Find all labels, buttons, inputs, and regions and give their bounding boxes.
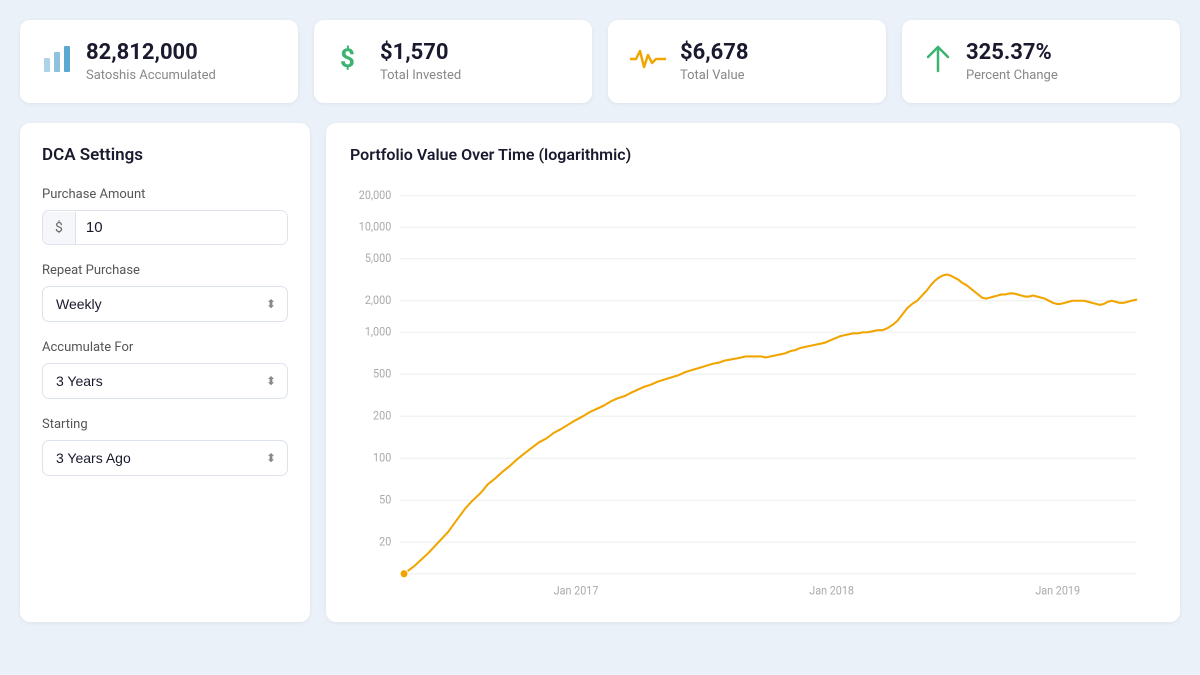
settings-title: DCA Settings	[42, 145, 288, 165]
accumulate-for-label: Accumulate For	[42, 340, 288, 355]
purchase-prefix: $	[43, 212, 76, 244]
accumulate-for-wrapper: 1 Year 2 Years 3 Years 5 Years 10 Years …	[42, 363, 288, 399]
repeat-purchase-label: Repeat Purchase	[42, 263, 288, 278]
repeat-purchase-select[interactable]: Daily Weekly Monthly	[42, 286, 288, 322]
total-value-label: Total Value	[680, 68, 749, 83]
arrow-up-icon	[924, 43, 952, 80]
chart-title: Portfolio Value Over Time (logarithmic)	[350, 145, 1156, 164]
accumulate-for-select[interactable]: 1 Year 2 Years 3 Years 5 Years 10 Years	[42, 363, 288, 399]
repeat-purchase-wrapper: Daily Weekly Monthly ⬍	[42, 286, 288, 322]
svg-text:20,000: 20,000	[359, 189, 391, 202]
purchase-amount-input[interactable]	[76, 211, 288, 244]
chart-container: 20,000 10,000 5,000 2,000 1,000 500 200 …	[350, 180, 1156, 600]
starting-wrapper: 1 Year Ago 2 Years Ago 3 Years Ago 5 Yea…	[42, 440, 288, 476]
svg-text:500: 500	[373, 367, 391, 380]
purchase-amount-label: Purchase Amount	[42, 187, 288, 202]
starting-group: Starting 1 Year Ago 2 Years Ago 3 Years …	[42, 417, 288, 476]
total-value-card: $6,678 Total Value	[608, 20, 886, 103]
percent-change-card: 325.37% Percent Change	[902, 20, 1180, 103]
satoshis-card: 82,812,000 Satoshis Accumulated	[20, 20, 298, 103]
settings-panel: DCA Settings Purchase Amount $ .00 Repea…	[20, 123, 310, 622]
svg-text:5,000: 5,000	[365, 252, 391, 265]
purchase-amount-input-group: $ .00	[42, 210, 288, 245]
satoshis-value: 82,812,000	[86, 40, 216, 66]
repeat-purchase-group: Repeat Purchase Daily Weekly Monthly ⬍	[42, 263, 288, 322]
pulse-icon	[630, 45, 666, 78]
invested-value: $1,570	[380, 40, 461, 66]
svg-text:Jan 2018: Jan 2018	[809, 585, 854, 598]
purchase-amount-group: Purchase Amount $ .00	[42, 187, 288, 245]
svg-text:$: $	[340, 44, 355, 73]
total-value-content: $6,678 Total Value	[680, 40, 749, 83]
satoshis-label: Satoshis Accumulated	[86, 68, 216, 83]
satoshis-content: 82,812,000 Satoshis Accumulated	[86, 40, 216, 83]
invested-card: $ $1,570 Total Invested	[314, 20, 592, 103]
top-cards-section: 82,812,000 Satoshis Accumulated $ $1,570…	[20, 20, 1180, 103]
chart-svg: 20,000 10,000 5,000 2,000 1,000 500 200 …	[350, 180, 1156, 600]
starting-select[interactable]: 1 Year Ago 2 Years Ago 3 Years Ago 5 Yea…	[42, 440, 288, 476]
invested-content: $1,570 Total Invested	[380, 40, 461, 83]
svg-text:Jan 2019: Jan 2019	[1035, 585, 1080, 598]
svg-text:100: 100	[373, 451, 391, 464]
svg-text:Jan 2017: Jan 2017	[554, 585, 599, 598]
accumulate-for-group: Accumulate For 1 Year 2 Years 3 Years 5 …	[42, 340, 288, 399]
dollar-icon: $	[336, 43, 366, 80]
percent-change-content: 325.37% Percent Change	[966, 40, 1058, 83]
svg-text:20: 20	[379, 535, 391, 548]
bottom-section: DCA Settings Purchase Amount $ .00 Repea…	[20, 123, 1180, 622]
svg-text:50: 50	[379, 493, 391, 506]
total-value-value: $6,678	[680, 40, 749, 66]
percent-change-value: 325.37%	[966, 40, 1058, 66]
starting-label: Starting	[42, 417, 288, 432]
bar-chart-icon	[42, 44, 72, 79]
svg-text:2,000: 2,000	[365, 294, 391, 307]
svg-text:200: 200	[373, 409, 391, 422]
invested-label: Total Invested	[380, 68, 461, 83]
svg-text:10,000: 10,000	[359, 220, 391, 233]
chart-panel: Portfolio Value Over Time (logarithmic) …	[326, 123, 1180, 622]
percent-change-label: Percent Change	[966, 68, 1058, 83]
svg-text:1,000: 1,000	[365, 325, 391, 338]
